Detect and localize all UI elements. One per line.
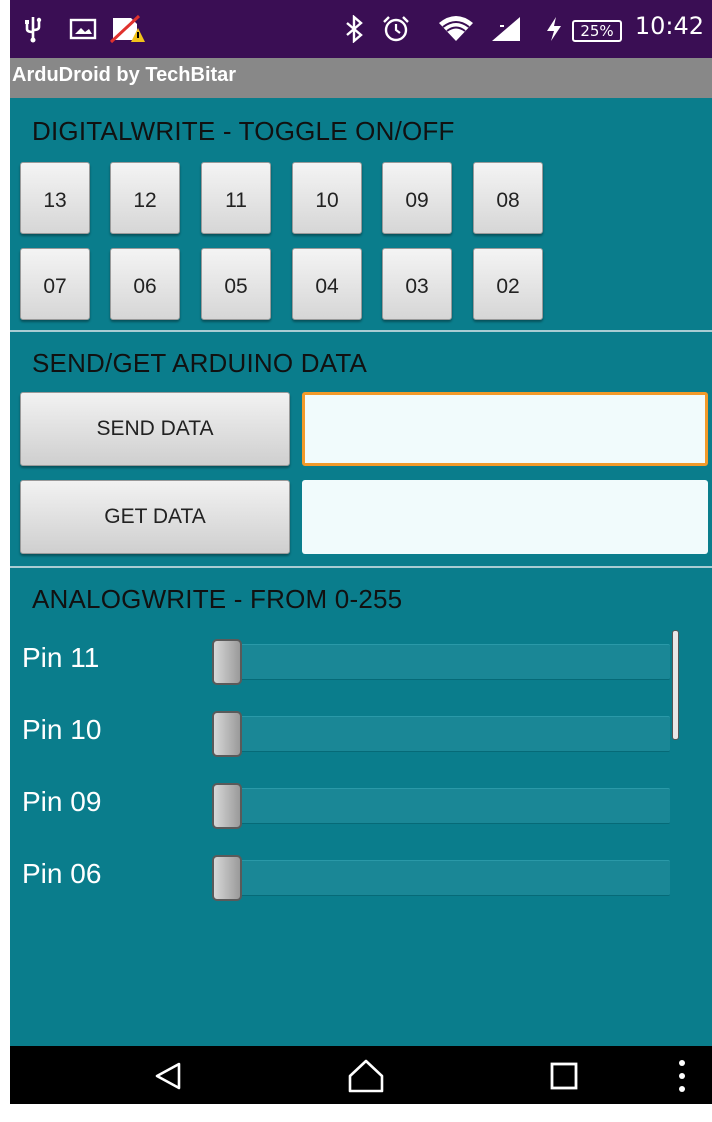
send-data-button[interactable]: SEND DATA bbox=[20, 392, 290, 466]
wifi-icon bbox=[436, 14, 476, 44]
pin-11-slider-track[interactable] bbox=[216, 644, 670, 680]
app-title-bar: ArduDroid by TechBitar bbox=[10, 58, 712, 98]
digitalwrite-section-title: DIGITALWRITE - TOGGLE ON/OFF bbox=[32, 116, 455, 146]
slider-label-pin-10: Pin 10 bbox=[22, 714, 102, 745]
back-icon[interactable] bbox=[148, 1058, 188, 1094]
battery-icon: 25% bbox=[572, 20, 622, 42]
pin-09-toggle-button[interactable]: 09 bbox=[382, 162, 452, 234]
charging-icon bbox=[542, 14, 566, 44]
signal-icon bbox=[488, 14, 524, 44]
slider-label-pin-11: Pin 11 bbox=[22, 642, 100, 673]
pin-06-slider-thumb[interactable] bbox=[212, 855, 242, 901]
status-bar: 25% 10:42 bbox=[10, 0, 712, 58]
menu-icon[interactable] bbox=[670, 1058, 694, 1094]
pin-06-toggle-button[interactable]: 06 bbox=[110, 248, 180, 320]
image-icon bbox=[66, 14, 100, 44]
pin-10-slider-track[interactable] bbox=[216, 716, 670, 752]
pin-04-toggle-button[interactable]: 04 bbox=[292, 248, 362, 320]
slider-label-pin-06: Pin 06 bbox=[22, 858, 102, 889]
get-data-field[interactable] bbox=[302, 480, 708, 554]
send-data-field[interactable] bbox=[302, 392, 708, 466]
pin-10-slider-thumb[interactable] bbox=[212, 711, 242, 757]
pin-08-toggle-button[interactable]: 08 bbox=[473, 162, 543, 234]
pin-03-toggle-button[interactable]: 03 bbox=[382, 248, 452, 320]
navigation-bar bbox=[10, 1046, 712, 1104]
app-title: ArduDroid by TechBitar bbox=[12, 64, 237, 86]
pin-02-toggle-button[interactable]: 02 bbox=[473, 248, 543, 320]
pin-05-toggle-button[interactable]: 05 bbox=[201, 248, 271, 320]
scrollbar[interactable] bbox=[672, 630, 679, 740]
pin-09-slider-track[interactable] bbox=[216, 788, 670, 824]
pin-09-slider-thumb[interactable] bbox=[212, 783, 242, 829]
analogwrite-section-title: ANALOGWRITE - FROM 0-255 bbox=[32, 584, 403, 614]
get-data-button[interactable]: GET DATA bbox=[20, 480, 290, 554]
home-icon[interactable] bbox=[344, 1058, 388, 1094]
app-screen: 25% 10:42 ArduDroid by TechBitar DIGITAL… bbox=[10, 0, 712, 1104]
pin-11-toggle-button[interactable]: 11 bbox=[201, 162, 271, 234]
bluetooth-icon bbox=[340, 14, 368, 44]
no-sim-warning-icon bbox=[108, 14, 146, 44]
status-clock: 10:42 bbox=[634, 12, 704, 40]
pin-11-slider-thumb[interactable] bbox=[212, 639, 242, 685]
section-divider bbox=[10, 330, 712, 332]
pin-13-toggle-button[interactable]: 13 bbox=[20, 162, 90, 234]
send-get-section-title: SEND/GET ARDUINO DATA bbox=[32, 348, 368, 378]
usb-icon bbox=[18, 14, 48, 44]
recents-icon[interactable] bbox=[546, 1058, 582, 1094]
pin-07-toggle-button[interactable]: 07 bbox=[20, 248, 90, 320]
section-divider bbox=[10, 566, 712, 568]
pin-12-toggle-button[interactable]: 12 bbox=[110, 162, 180, 234]
pin-10-toggle-button[interactable]: 10 bbox=[292, 162, 362, 234]
slider-label-pin-09: Pin 09 bbox=[22, 786, 102, 817]
pin-06-slider-track[interactable] bbox=[216, 860, 670, 896]
alarm-icon bbox=[380, 14, 412, 44]
